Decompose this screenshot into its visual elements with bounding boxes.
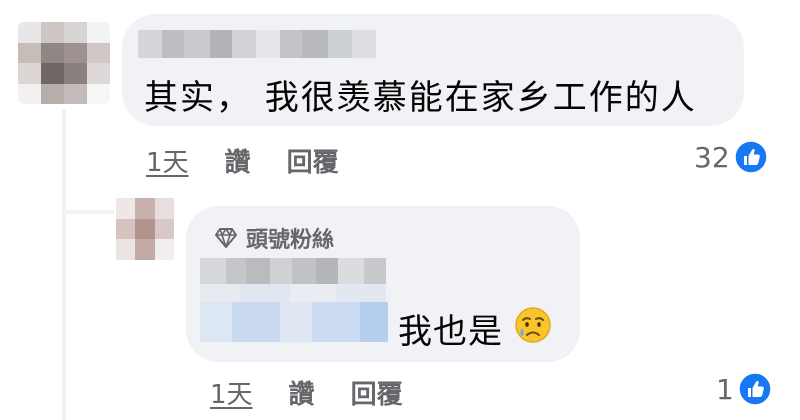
replier-name-blurred[interactable] xyxy=(200,258,386,284)
reply-actions: 1天 讚 回覆 xyxy=(210,374,403,411)
comment-timestamp[interactable]: 1天 xyxy=(146,142,189,179)
reply-text: 我也是 xyxy=(398,312,503,352)
comment-text: 其实， 我很羡慕能在家乡工作的人 xyxy=(144,78,697,118)
reply-thread-line xyxy=(62,110,66,420)
reply-timestamp[interactable]: 1天 xyxy=(210,374,253,411)
comment-like-button[interactable]: 讚 xyxy=(225,142,251,179)
reply-like-button[interactable]: 讚 xyxy=(289,374,315,411)
comment-actions: 1天 讚 回覆 xyxy=(146,142,339,179)
diamond-icon xyxy=(215,228,237,248)
reply-reaction-count: 1 xyxy=(716,372,734,406)
like-icon xyxy=(738,372,772,406)
reply-reactions[interactable]: 1 xyxy=(716,372,772,406)
replier-mention-blurred[interactable] xyxy=(200,302,388,342)
crying-face-emoji xyxy=(515,307,551,343)
top-fan-badge[interactable]: 頭號粉絲 xyxy=(214,222,334,254)
commenter-name-blurred[interactable] xyxy=(138,30,376,58)
comment-reply-button[interactable]: 回覆 xyxy=(287,142,339,179)
reply-thread-branch xyxy=(62,210,114,214)
replier-mention-blurred-top xyxy=(200,284,386,302)
like-icon xyxy=(733,140,768,174)
comment-reaction-count: 32 xyxy=(694,140,730,174)
reply-reply-button[interactable]: 回覆 xyxy=(351,374,403,411)
commenter-avatar[interactable] xyxy=(18,22,110,104)
comment-reactions[interactable]: 32 xyxy=(694,140,768,174)
top-fan-badge-label: 頭號粉絲 xyxy=(246,228,335,253)
replier-avatar[interactable] xyxy=(116,198,174,260)
